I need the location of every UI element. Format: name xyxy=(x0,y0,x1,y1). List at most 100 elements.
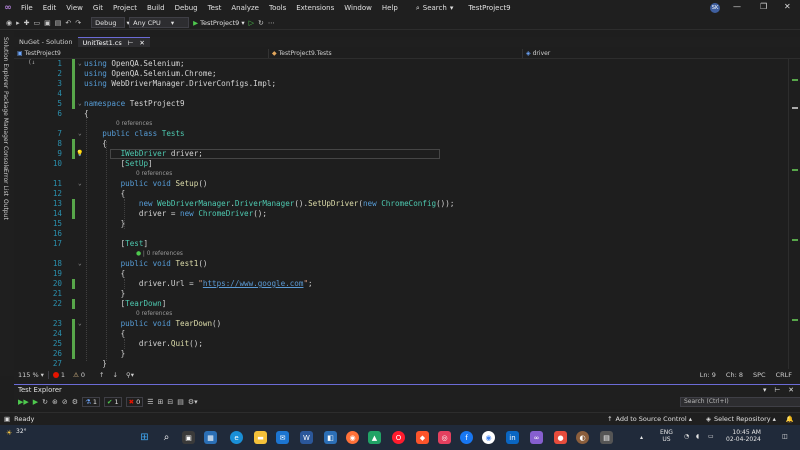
windows-start-icon[interactable]: ⊞ xyxy=(138,431,151,444)
fold-icon[interactable]: ⌄ xyxy=(78,179,82,189)
rail-tab-output[interactable]: Output xyxy=(2,199,9,220)
menu-project[interactable]: Project xyxy=(108,0,142,16)
language-indicator[interactable]: ENG US xyxy=(660,429,673,443)
member-dropdown[interactable]: ◈ driver xyxy=(523,49,783,58)
maximize-icon[interactable]: ❐ xyxy=(760,2,767,11)
brave-icon[interactable]: ◆ xyxy=(416,431,429,444)
arrow-down-icon[interactable]: ↓ xyxy=(112,371,117,379)
menu-build[interactable]: Build xyxy=(142,0,170,16)
rail-tab-solution-explorer[interactable]: Solution Explorer xyxy=(2,37,9,88)
type-dropdown[interactable]: ◆ TestProject9.Tests xyxy=(269,48,523,58)
passed-tests-filter[interactable]: ✔ 1 xyxy=(104,397,122,407)
arrow-up-icon[interactable]: ↑ xyxy=(99,371,104,379)
tab-unittest1[interactable]: UnitTest1.cs ⊢ ✕ xyxy=(77,37,150,47)
cursor-line[interactable]: Ln: 9 xyxy=(700,371,716,379)
group-by-icon[interactable]: ☰ xyxy=(147,398,153,406)
project-dropdown[interactable]: ▣ TestProject9 xyxy=(14,48,269,58)
error-icon[interactable] xyxy=(52,372,59,378)
platform-select[interactable]: Any CPU ▾ xyxy=(129,17,190,28)
wifi-icon[interactable]: ◔ xyxy=(684,433,689,440)
close-icon[interactable]: ✕ xyxy=(784,2,791,11)
instagram-icon[interactable]: ◎ xyxy=(438,431,451,444)
start-debugging-button[interactable]: ▶ TestProject9 ▾ xyxy=(193,19,244,27)
total-tests-filter[interactable]: ⚗ 1 xyxy=(82,397,101,407)
chevron-down-icon[interactable]: ▾ xyxy=(763,386,766,394)
menu-test[interactable]: Test xyxy=(203,0,227,16)
firefox-icon[interactable]: ◉ xyxy=(346,431,359,444)
menu-git[interactable]: Git xyxy=(88,0,108,16)
facebook-icon[interactable]: f xyxy=(460,431,473,444)
weather-temp[interactable]: 32° xyxy=(16,428,27,435)
fold-icon[interactable]: ⌄ xyxy=(78,59,82,69)
code-editor[interactable]: (⁠↓ 1 ⌄ using OpenQA.Selenium; 2 using O… xyxy=(14,59,788,369)
notification-center-icon[interactable]: ◫ xyxy=(782,433,788,440)
menu-extensions[interactable]: Extensions xyxy=(291,0,339,16)
linkedin-icon[interactable]: in xyxy=(506,431,519,444)
select-repository[interactable]: Select Repository xyxy=(714,415,771,423)
cancel-icon[interactable]: ⊘ xyxy=(62,398,68,406)
line-ending[interactable]: CRLF xyxy=(776,371,792,379)
minimize-icon[interactable]: — xyxy=(733,2,741,11)
volume-icon[interactable]: ◖ xyxy=(696,433,699,440)
run-all-icon[interactable]: ▶▶ xyxy=(18,398,29,406)
fold-icon[interactable]: ⌄ xyxy=(78,259,82,269)
codelens-references[interactable]: 0 references xyxy=(136,170,172,178)
lightbulb-icon[interactable]: 💡 xyxy=(76,149,83,159)
pin-icon[interactable]: ⊢ xyxy=(128,39,134,47)
menu-debug[interactable]: Debug xyxy=(170,0,203,16)
avatar[interactable]: SK xyxy=(710,3,720,13)
playlist-icon[interactable]: ▤ xyxy=(177,398,184,406)
configuration-select[interactable]: Debug ▾ xyxy=(91,17,130,28)
clock[interactable]: 10:45 AM 02-04-2024 xyxy=(726,429,761,443)
debug-icon[interactable]: ⊛ xyxy=(52,398,58,406)
store-icon[interactable]: ◧ xyxy=(324,431,337,444)
chrome-icon[interactable]: ◉ xyxy=(482,431,495,444)
menu-view[interactable]: View xyxy=(61,0,88,16)
app-icon[interactable]: ▤ xyxy=(600,431,613,444)
new-file-icon[interactable]: ✚ xyxy=(24,19,30,27)
menu-help[interactable]: Help xyxy=(377,0,403,16)
fold-icon[interactable]: ⌄ xyxy=(78,99,82,109)
widgets-icon[interactable]: ▦ xyxy=(204,431,217,444)
notifications-icon[interactable]: 🔔 xyxy=(786,415,794,423)
search-icon[interactable]: ⌕ xyxy=(160,431,173,444)
rail-tab-package-manager-console[interactable]: Package Manager Console xyxy=(2,91,9,170)
codelens-references[interactable]: 0 references xyxy=(116,120,152,128)
visual-studio-icon[interactable]: ∞ xyxy=(530,431,543,444)
mail-icon[interactable]: ✉ xyxy=(276,431,289,444)
warning-count[interactable]: 0 xyxy=(81,371,85,379)
weather-icon[interactable]: ☀ xyxy=(6,429,12,437)
cursor-column[interactable]: Ch: 8 xyxy=(726,371,743,379)
settings-icon[interactable]: ⚙ xyxy=(72,398,78,406)
open-folder-icon[interactable]: ▭ xyxy=(34,19,41,27)
rail-tab-error-list[interactable]: Error List xyxy=(2,169,9,196)
hot-reload-icon[interactable]: ↻ xyxy=(258,19,264,27)
back-icon[interactable]: ◉ xyxy=(6,19,12,27)
app-icon[interactable]: ◐ xyxy=(576,431,589,444)
menu-analyze[interactable]: Analyze xyxy=(226,0,264,16)
options-icon[interactable]: ⚙▾ xyxy=(188,398,198,406)
start-without-debugging-icon[interactable]: ▷ xyxy=(249,19,254,27)
menu-tools[interactable]: Tools xyxy=(264,0,291,16)
failed-tests-filter[interactable]: ✖ 0 xyxy=(125,397,144,407)
menu-file[interactable]: File xyxy=(16,0,38,16)
pin-icon[interactable]: ⊢ xyxy=(774,386,780,394)
menu-window[interactable]: Window xyxy=(339,0,377,16)
add-to-source-control[interactable]: Add to Source Control xyxy=(616,415,687,423)
forward-icon[interactable]: ▸ xyxy=(16,19,20,27)
vertical-scrollbar[interactable] xyxy=(788,59,800,369)
test-search-input[interactable]: Search (Ctrl+I) xyxy=(680,397,800,407)
tab-nuget-solution[interactable]: NuGet - Solution xyxy=(14,37,78,47)
zoom-level[interactable]: 115 % xyxy=(18,371,39,379)
fold-icon[interactable]: ⌄ xyxy=(78,129,82,139)
toolbar-options-icon[interactable]: ⋯ xyxy=(268,19,275,27)
task-view-icon[interactable]: ▣ xyxy=(182,431,195,444)
menu-edit[interactable]: Edit xyxy=(38,0,62,16)
error-count[interactable]: 1 xyxy=(61,371,65,379)
word-icon[interactable]: W xyxy=(300,431,313,444)
redo-icon[interactable]: ↷ xyxy=(75,19,81,27)
global-search[interactable]: ⌕ Search ▾ xyxy=(411,4,459,13)
undo-icon[interactable]: ↶ xyxy=(65,19,71,27)
chevron-up-icon[interactable]: ▴ xyxy=(640,434,643,441)
app-icon[interactable]: ▲ xyxy=(368,431,381,444)
